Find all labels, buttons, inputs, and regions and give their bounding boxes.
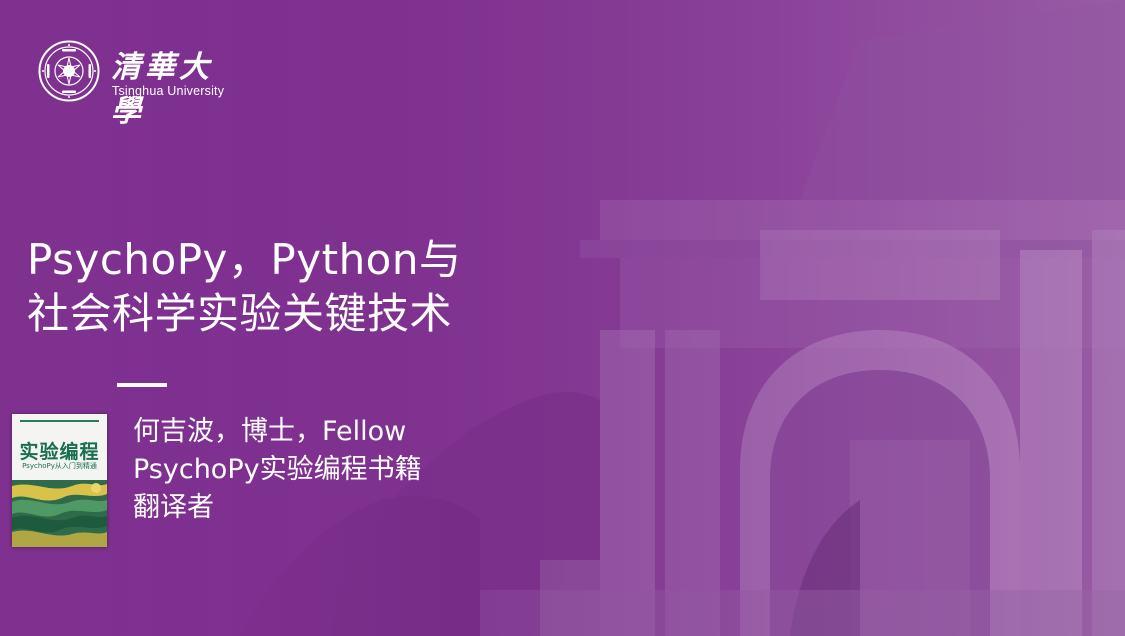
book-cover-title: 实验编程 xyxy=(19,441,100,463)
title-line-2: 社会科学实验关键技术 xyxy=(27,289,453,338)
book-cover-art xyxy=(12,480,107,547)
title-line-1: PsychoPy，Python与 xyxy=(27,235,462,284)
author-info: 何吉波，博士，Fellow PsychoPy实验编程书籍 翻译者 xyxy=(133,413,422,527)
tsinghua-seal-icon xyxy=(38,40,100,102)
slide: 清華大學 Tsinghua University PsychoPy，Python… xyxy=(0,0,1125,636)
logo-name-english: Tsinghua University xyxy=(112,84,225,98)
author-line-3: 翻译者 xyxy=(133,492,214,523)
book-cover-image: 实验编程 PsychoPy从入门到精通 xyxy=(12,414,107,547)
tsinghua-logo: 清華大學 Tsinghua University xyxy=(38,40,238,129)
book-cover-subtitle: PsychoPy从入门到精通 xyxy=(22,462,97,470)
author-line-2: PsychoPy实验编程书籍 xyxy=(133,454,422,485)
slide-title: PsychoPy，Python与 社会科学实验关键技术 xyxy=(27,233,587,341)
book-cover-band xyxy=(20,420,99,422)
author-line-1: 何吉波，博士，Fellow xyxy=(133,416,407,447)
title-divider xyxy=(117,383,167,387)
